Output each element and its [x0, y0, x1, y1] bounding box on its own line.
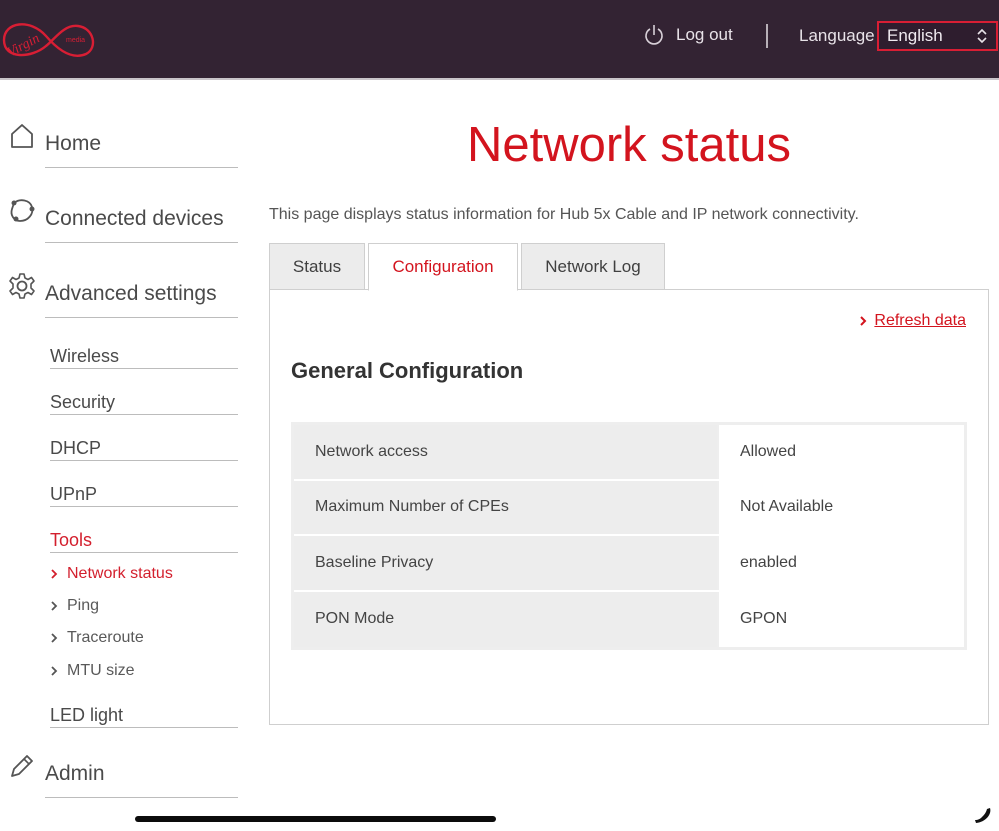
sidebar-item-label: Connected devices	[45, 207, 224, 230]
sidebar-item-label: Home	[45, 132, 102, 155]
devices-icon	[10, 199, 35, 222]
sidebar-item-tools[interactable]: Tools	[50, 530, 238, 554]
tools-item-traceroute[interactable]: Traceroute	[50, 629, 144, 647]
config-key: PON Mode	[294, 591, 717, 647]
config-value: Allowed	[719, 425, 964, 479]
sidebar-item-dhcp[interactable]: DHCP	[50, 438, 238, 462]
divider	[50, 414, 238, 415]
sidebar-item-label: Admin	[45, 762, 105, 785]
configuration-panel: Refresh data General Configuration Netwo…	[269, 289, 989, 725]
tab-status[interactable]: Status	[269, 243, 365, 290]
tools-item-label: Traceroute	[67, 629, 144, 646]
language-select[interactable]: English	[877, 21, 998, 51]
tools-item-ping[interactable]: Ping	[50, 597, 99, 615]
divider	[50, 727, 238, 728]
language-label: Language	[799, 26, 875, 45]
divider	[50, 552, 238, 553]
updown-chevron-icon	[977, 28, 987, 44]
config-value: GPON	[719, 591, 964, 647]
config-key: Network access	[294, 425, 717, 479]
tools-item-label: Ping	[67, 597, 100, 614]
config-value: enabled	[719, 536, 964, 590]
table-row: Maximum Number of CPEs Not Available	[294, 480, 964, 536]
tools-item-mtu-size[interactable]: MTU size	[50, 662, 135, 680]
sidebar-item-label: DHCP	[50, 438, 102, 458]
sidebar-item-label: LED light	[50, 705, 124, 725]
refresh-data-link[interactable]: Refresh data	[859, 312, 966, 330]
logout-label: Log out	[676, 25, 733, 44]
divider	[50, 460, 238, 461]
chevron-right-icon	[860, 316, 867, 326]
config-table: Network access Allowed Maximum Number of…	[291, 422, 967, 650]
tab-network-log[interactable]: Network Log	[521, 243, 665, 290]
config-value: Not Available	[719, 480, 964, 534]
power-icon	[645, 25, 663, 45]
tab-label: Status	[292, 256, 342, 276]
refresh-data-label: Refresh data	[874, 312, 966, 329]
home-indicator[interactable]	[135, 816, 496, 822]
sidebar-item-home[interactable]: Home	[0, 120, 238, 170]
sidebar-item-advanced-settings[interactable]: Advanced settings	[0, 270, 238, 320]
chevron-right-icon	[51, 601, 58, 611]
divider	[50, 506, 238, 507]
tools-item-label: Network status	[67, 565, 173, 582]
phone-icon[interactable]	[972, 804, 994, 826]
tab-label: Network Log	[545, 256, 641, 276]
home-icon	[11, 124, 33, 148]
chevron-right-icon	[51, 569, 58, 579]
divider	[50, 368, 238, 369]
header-divider	[766, 24, 768, 48]
divider	[45, 167, 238, 168]
top-bar: Virgin media Log out Language English	[0, 0, 999, 80]
sidebar-item-security[interactable]: Security	[50, 392, 238, 416]
tab-label: Configuration	[392, 257, 494, 276]
sidebar-item-upnp[interactable]: UPnP	[50, 484, 238, 508]
chevron-right-icon	[51, 666, 58, 676]
sidebar-item-label: Tools	[50, 530, 93, 550]
sidebar-item-label: Advanced settings	[45, 282, 217, 305]
divider	[45, 242, 238, 243]
logout-button[interactable]: Log out	[644, 24, 733, 46]
sidebar-item-admin[interactable]: Admin	[0, 750, 238, 800]
divider	[45, 797, 238, 798]
sidebar-item-wireless[interactable]: Wireless	[50, 346, 238, 370]
virgin-media-logo[interactable]: Virgin media	[0, 10, 96, 70]
page-title: Network status	[466, 118, 792, 172]
table-row: Baseline Privacy enabled	[294, 536, 964, 592]
page-intro: This page displays status information fo…	[269, 206, 859, 223]
gear-icon	[9, 273, 35, 299]
table-row: Network access Allowed	[294, 425, 964, 481]
divider	[45, 317, 238, 318]
language-selected-value: English	[887, 26, 943, 45]
pencil-icon	[11, 755, 33, 777]
tools-item-label: MTU size	[67, 662, 135, 679]
config-key: Baseline Privacy	[294, 536, 717, 590]
sidebar-item-label: Security	[50, 392, 116, 412]
sidebar-item-label: Wireless	[50, 346, 120, 366]
table-row: PON Mode GPON	[294, 591, 964, 647]
tab-configuration[interactable]: Configuration	[368, 243, 518, 291]
section-title: General Configuration	[291, 358, 524, 383]
sidebar-item-connected-devices[interactable]: Connected devices	[0, 195, 238, 245]
config-key: Maximum Number of CPEs	[294, 480, 717, 534]
sidebar-item-led-light[interactable]: LED light	[50, 705, 238, 729]
svg-text:media: media	[66, 37, 85, 44]
tools-item-network-status[interactable]: Network status	[50, 565, 173, 583]
sidebar-item-label: UPnP	[50, 484, 98, 504]
chevron-right-icon	[51, 633, 58, 643]
